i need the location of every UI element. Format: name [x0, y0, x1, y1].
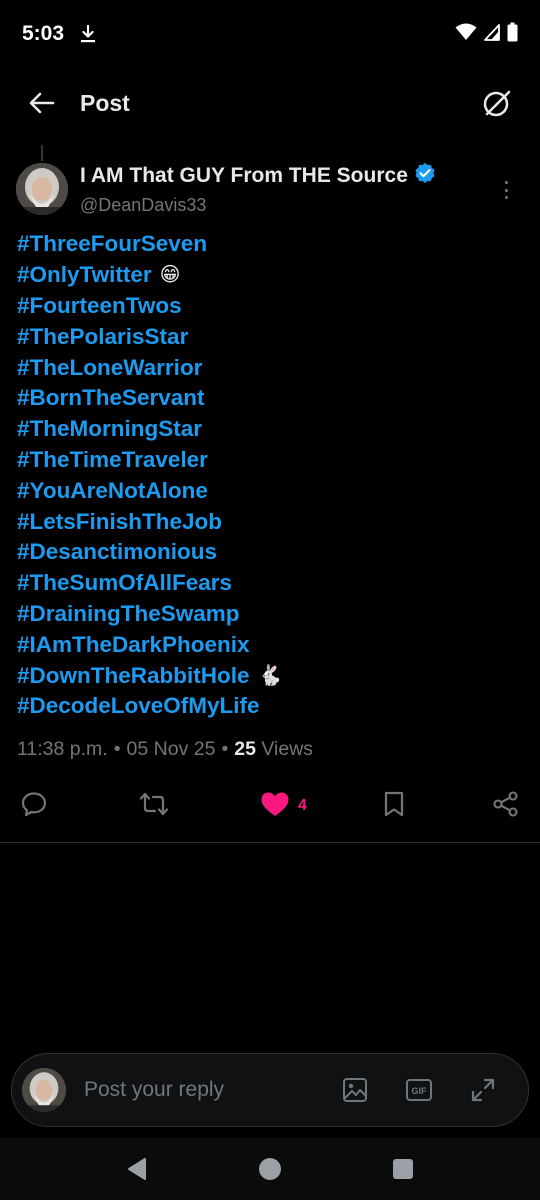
meta-separator: •: [113, 738, 121, 760]
bookmark-button[interactable]: [382, 790, 406, 822]
like-count: 4: [298, 797, 307, 814]
hashtag-link[interactable]: #DownTheRabbitHole: [17, 663, 250, 689]
grok-icon[interactable]: [480, 86, 514, 120]
reply-tools: GIF: [338, 1073, 500, 1107]
status-bar: 5:03: [0, 0, 540, 68]
hashtag-link[interactable]: #YouAreNotAlone: [17, 478, 208, 504]
grinning-emoji: 😁: [159, 264, 181, 287]
reply-button[interactable]: [20, 790, 48, 822]
hashtag-line: #Desanctimonious: [17, 537, 517, 568]
hashtag-link[interactable]: #BornTheServant: [17, 385, 205, 411]
avatar: [22, 1068, 66, 1112]
hashtag-link[interactable]: #ThePolarisStar: [17, 324, 188, 350]
svg-text:GIF: GIF: [412, 1086, 428, 1096]
expand-icon[interactable]: [466, 1073, 500, 1107]
top-bar: Post: [0, 72, 540, 134]
meta-separator: •: [221, 738, 229, 760]
post-time[interactable]: 11:38 p.m.: [17, 738, 108, 761]
post-actions: 4: [0, 786, 540, 826]
verified-badge-icon: [414, 162, 436, 189]
hashtag-link[interactable]: #IAmTheDarkPhoenix: [17, 632, 250, 658]
hashtag-link[interactable]: #TheTimeTraveler: [17, 447, 208, 473]
status-icons: [455, 22, 518, 47]
battery-icon: [507, 22, 518, 47]
hashtag-line: #DecodeLoveOfMyLife: [17, 691, 517, 722]
hashtag-line: #ThreeFourSeven: [17, 229, 517, 260]
hashtag-line: #YouAreNotAlone: [17, 475, 517, 506]
hashtag-line: #DownTheRabbitHole 🐇: [17, 660, 517, 691]
author-name-row: I AM That GUY From THE Source: [80, 162, 436, 189]
reply-icon: [20, 790, 48, 823]
repost-icon: [138, 790, 170, 823]
divider: [0, 842, 540, 843]
author-name[interactable]: I AM That GUY From THE Source: [80, 164, 408, 188]
image-icon[interactable]: [338, 1073, 372, 1107]
hashtag-link[interactable]: #TheMorningStar: [17, 416, 202, 442]
rabbit-emoji: 🐇: [257, 664, 283, 687]
author-handle[interactable]: @DeanDavis33: [80, 195, 206, 216]
hashtag-link[interactable]: #FourteenTwos: [17, 293, 182, 319]
hashtag-line: #TheTimeTraveler: [17, 445, 517, 476]
wifi-icon: [455, 23, 477, 46]
post-date[interactable]: 05 Nov 25: [127, 738, 216, 761]
hashtag-link[interactable]: #DecodeLoveOfMyLife: [17, 693, 260, 719]
post-meta: 11:38 p.m. • 05 Nov 25 • 25 Views: [17, 738, 313, 761]
download-icon: [80, 25, 96, 43]
status-time: 5:03: [22, 22, 65, 45]
bookmark-icon: [382, 790, 406, 823]
hashtag-line: #TheSumOfAllFears: [17, 568, 517, 599]
like-button[interactable]: 4: [260, 790, 307, 822]
views-label: Views: [261, 738, 314, 760]
reply-composer[interactable]: Post your reply GIF: [11, 1053, 529, 1127]
hashtag-link[interactable]: #DrainingTheSwamp: [17, 601, 240, 627]
signal-icon: [484, 23, 500, 46]
back-arrow-icon[interactable]: [26, 87, 58, 119]
more-icon[interactable]: [496, 178, 516, 202]
page-title: Post: [80, 89, 130, 116]
repost-button[interactable]: [138, 790, 170, 822]
hashtag-line: #BornTheServant: [17, 383, 517, 414]
hashtag-link[interactable]: #LetsFinishTheJob: [17, 509, 222, 535]
hashtag-line: #FourteenTwos: [17, 291, 517, 322]
hashtag-line: #TheMorningStar: [17, 414, 517, 445]
hashtag-line: #OnlyTwitter 😁: [17, 260, 517, 291]
hashtag-line: #IAmTheDarkPhoenix: [17, 629, 517, 660]
hashtag-link[interactable]: #OnlyTwitter: [17, 262, 152, 288]
hashtag-link[interactable]: #Desanctimonious: [17, 539, 217, 565]
system-nav-bar: [0, 1138, 540, 1200]
hashtag-link[interactable]: #TheLoneWarrior: [17, 355, 202, 381]
nav-recents-icon[interactable]: [381, 1147, 425, 1191]
hashtag-line: #ThePolarisStar: [17, 321, 517, 352]
post-author: I AM That GUY From THE Source @DeanDavis…: [16, 160, 524, 222]
nav-back-icon[interactable]: [115, 1147, 159, 1191]
avatar[interactable]: [16, 163, 68, 215]
post-text: #ThreeFourSeven #OnlyTwitter 😁 #FourteenT…: [17, 229, 517, 722]
reply-input[interactable]: Post your reply: [84, 1078, 338, 1102]
share-icon: [492, 790, 520, 823]
gif-icon[interactable]: GIF: [402, 1073, 436, 1107]
views-count: 25: [234, 738, 256, 760]
thread-connector: [41, 145, 43, 161]
hashtag-link[interactable]: #ThreeFourSeven: [17, 231, 207, 257]
nav-home-icon[interactable]: [248, 1147, 292, 1191]
heart-icon: [260, 790, 290, 823]
hashtag-link[interactable]: #TheSumOfAllFears: [17, 570, 232, 596]
hashtag-line: #LetsFinishTheJob: [17, 506, 517, 537]
hashtag-line: #DrainingTheSwamp: [17, 599, 517, 630]
hashtag-line: #TheLoneWarrior: [17, 352, 517, 383]
share-button[interactable]: [492, 790, 520, 822]
